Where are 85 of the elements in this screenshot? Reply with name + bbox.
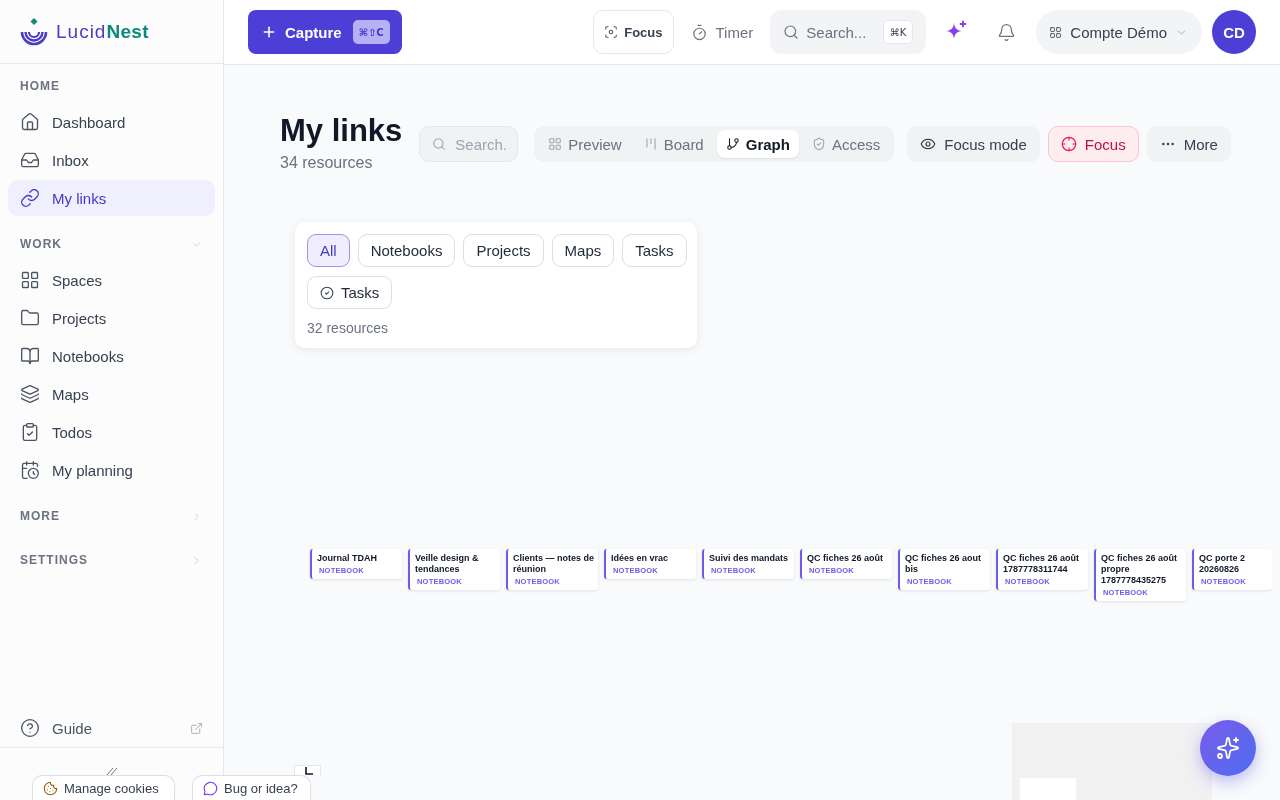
check-circle-icon [320,285,334,300]
branch-icon [725,137,740,151]
search-icon [783,24,800,40]
node-title: Suivi des mandats [709,553,790,564]
plus-icon [261,24,277,40]
shield-check-icon [811,137,826,151]
node-title: QC fiches 26 aout bis [905,553,983,575]
logo-icon [20,16,48,47]
view-tab[interactable]: Board [634,130,713,158]
nav-item[interactable]: Todos [8,414,215,450]
capture-button[interactable]: Capture ⌘⇧C [248,10,402,54]
grid-icon [1049,25,1063,39]
bars-icon [643,137,658,151]
view-tab[interactable]: Preview [539,130,631,158]
filter-chip[interactable]: All [307,234,350,267]
folder-icon [20,308,40,328]
eye-icon [920,136,937,152]
inbox-icon [20,150,40,170]
house-icon [20,112,40,132]
node-title: QC fiches 26 août 1787778311744 [1003,553,1081,575]
grid-icon [548,137,563,151]
bell-icon[interactable] [996,22,1016,42]
link-icon [20,188,40,208]
feedback-button[interactable]: Bug or idea? [192,775,311,800]
nav-item[interactable]: Dashboard [8,104,215,140]
section-toggle[interactable]: SETTINGS [0,546,223,574]
crosshair-icon [1060,136,1077,152]
nav-item[interactable]: Maps [8,376,215,412]
nav-item[interactable]: My links [8,180,215,216]
node-title: Journal TDAH [317,553,378,564]
book-icon [20,346,40,366]
filter-chip[interactable]: Notebooks [357,234,456,267]
node-title: QC fiches 26 août propre 1787778435275 [1101,553,1179,586]
filter-chip[interactable]: Tasks [622,234,687,267]
clipboard-check-icon [20,422,40,442]
cookie-icon [43,780,58,796]
search-icon [432,137,447,151]
nav-item[interactable]: Projects [8,300,215,336]
layers-icon [20,384,40,404]
action-button[interactable]: More [1146,126,1231,162]
chat-bubble-icon [203,780,218,796]
logo-wordmark: LucidNest [56,19,149,44]
avatar[interactable]: CD [1212,10,1256,54]
nav-item[interactable]: Spaces [8,262,215,298]
ai-assistant-button[interactable] [1200,720,1256,776]
filter-chip[interactable]: Projects [463,234,544,267]
node-title: Clients — notes de réunion [513,553,594,575]
cookie-settings-button[interactable]: Manage cookies [32,775,175,800]
filter-chip[interactable]: Tasks [307,276,393,309]
guide-link[interactable]: Guide [8,710,215,746]
canvas-control-button[interactable] [294,765,321,775]
grid-icon [20,270,40,290]
corner-bracket-icon [305,767,313,775]
shortcut-key: ⌘K [882,20,914,44]
node-title: Idées en vrac [611,553,670,564]
account-switcher[interactable]: Compte Démo [1036,10,1202,54]
calendar-clock-icon [20,460,40,480]
node-title: QC porte 2 20260826 [1199,553,1246,575]
section-toggle[interactable]: WORK [0,230,223,258]
sparkles-icon [1216,736,1240,760]
node-title: QC fiches 26 août [807,553,885,564]
view-tab[interactable]: Graph [716,130,799,158]
filter-chip[interactable]: Maps [551,234,615,267]
external-link-icon [190,721,203,735]
page-title: My links [280,113,403,149]
view-tab[interactable]: Access [802,130,890,158]
search-field[interactable]: Search. [419,126,519,162]
nav-item[interactable]: Inbox [8,142,215,178]
focus-button[interactable]: Focus [1047,126,1139,162]
help-icon [20,718,40,738]
stopwatch-icon [690,23,708,41]
node-title: Veille design & tendances [415,553,480,575]
shortcut-key: ⌘⇧C [352,20,390,44]
scan-frame-icon [604,25,619,39]
action-button[interactable]: Focus mode [907,126,1040,162]
focus-button[interactable]: Focus [593,10,674,54]
nav-item[interactable]: Notebooks [8,338,215,374]
nav-item[interactable]: My planning [8,452,215,488]
diagonal-lines-icon[interactable] [105,767,118,776]
resource-count: 32 resources [307,319,389,336]
resource-count: 34 resources [280,153,374,173]
guide-label: Guide [52,719,94,737]
section-toggle[interactable]: MORE [0,502,223,530]
timer-button[interactable]: Timer [690,10,754,54]
section-label: HOME [19,78,61,95]
